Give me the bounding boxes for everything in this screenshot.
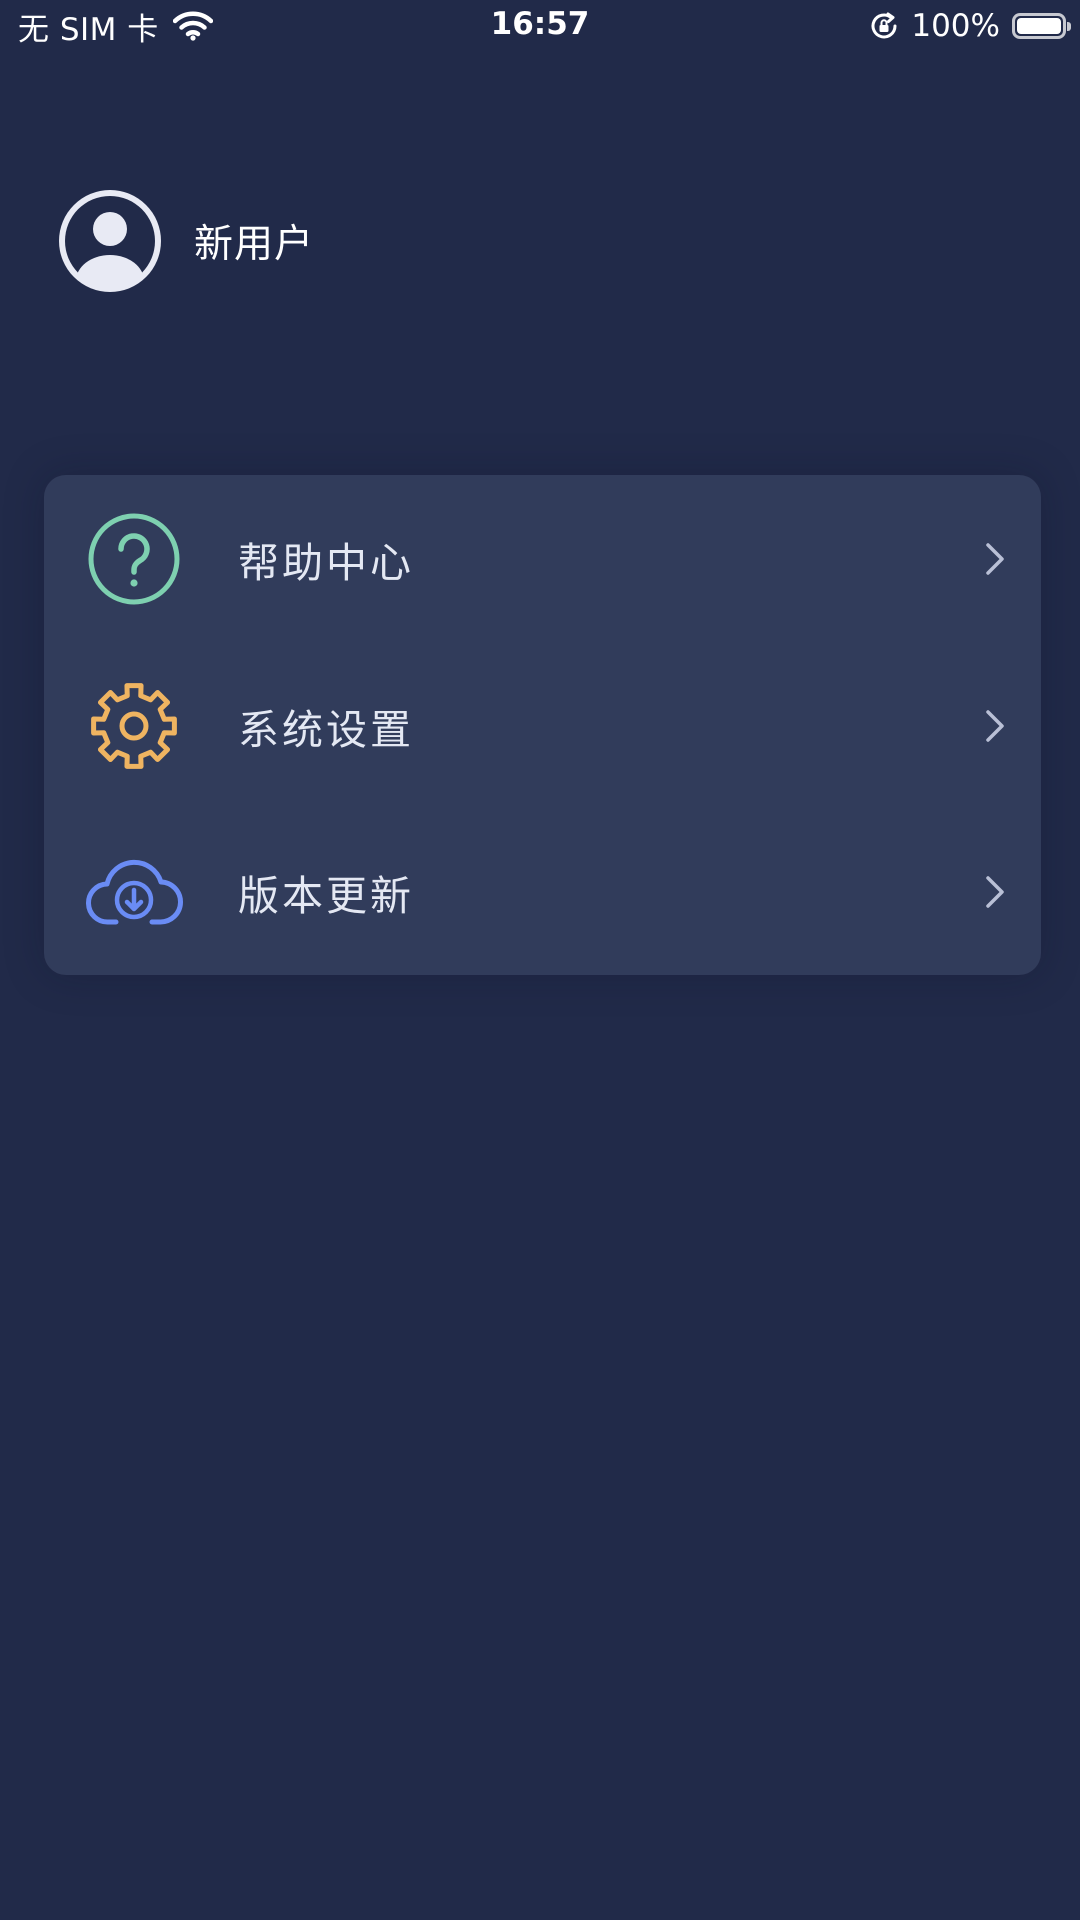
username-label: 新用户 [194, 222, 315, 267]
help-question-icon [88, 513, 180, 604]
status-bar: 无 SIM 卡 16:57 100% [0, 0, 1080, 54]
battery-icon [1012, 13, 1071, 39]
cloud-download-icon [86, 859, 183, 925]
screen: 无 SIM 卡 16:57 100% 新用户 帮助中心 系统设置 版本更新 [0, 0, 1080, 1920]
battery-fill [1017, 18, 1061, 34]
battery-percent: 100% [911, 8, 1000, 44]
menu-item-help-center[interactable]: 帮助中心 [44, 475, 1041, 642]
rotation-lock-icon [871, 12, 897, 39]
menu-item-system-settings[interactable]: 系统设置 [44, 642, 1041, 809]
menu-item-label: 版本更新 [238, 871, 414, 920]
gear-icon [91, 682, 177, 769]
menu-item-label: 帮助中心 [238, 538, 414, 587]
chevron-right-icon [986, 709, 1004, 742]
menu-card: 帮助中心 系统设置 版本更新 [44, 475, 1041, 975]
status-bar-right: 100% [869, 6, 1071, 46]
battery-cap [1067, 22, 1071, 31]
menu-item-version-update[interactable]: 版本更新 [44, 808, 1041, 975]
profile-section[interactable]: 新用户 [54, 185, 314, 297]
menu-item-label: 系统设置 [238, 705, 414, 754]
chevron-right-icon [986, 542, 1004, 575]
user-avatar-icon[interactable] [54, 185, 166, 297]
chevron-right-icon [986, 875, 1004, 908]
